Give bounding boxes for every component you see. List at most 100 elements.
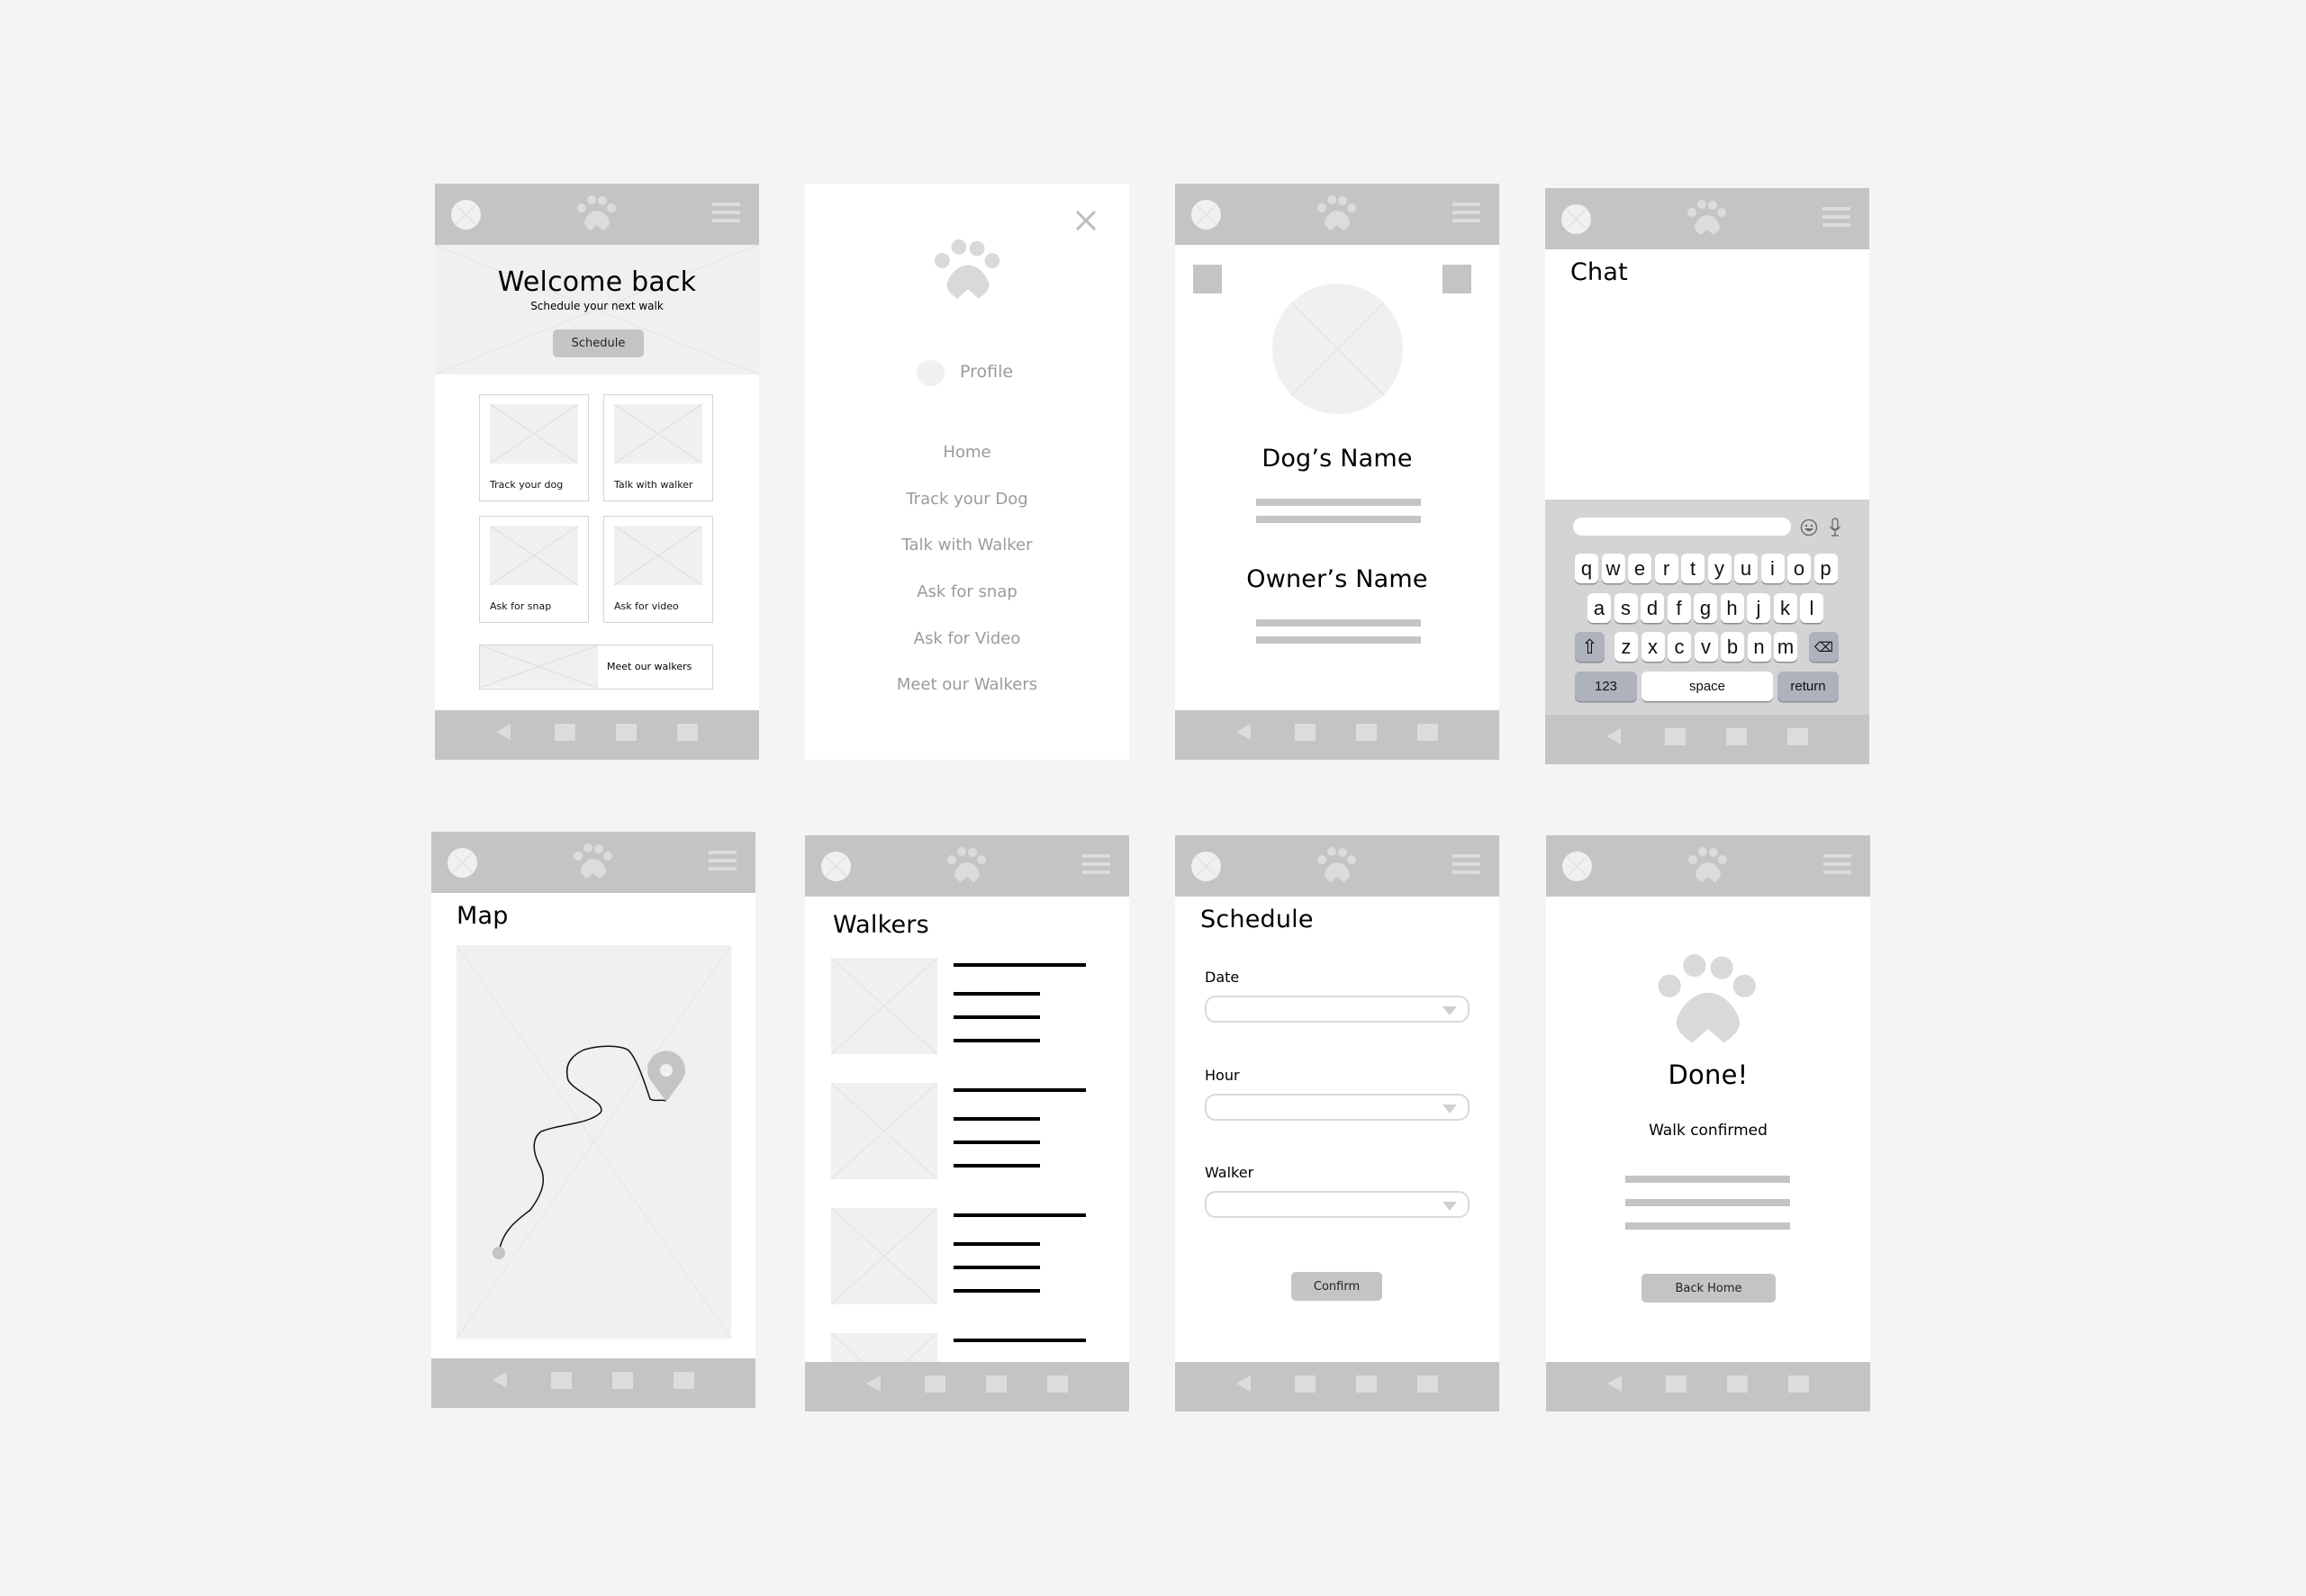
nav-square-icon[interactable]	[1295, 1375, 1316, 1393]
key-w[interactable]: w	[1601, 554, 1625, 583]
key-m[interactable]: m	[1774, 632, 1797, 662]
nav-square-icon[interactable]	[1727, 1375, 1748, 1393]
nav-square-icon[interactable]	[612, 1372, 633, 1389]
nav-square-icon[interactable]	[616, 724, 637, 741]
menu-item-meet-our-walkers[interactable]: Meet our Walkers	[805, 675, 1129, 694]
key-i[interactable]: i	[1760, 554, 1785, 583]
meet-walkers-banner[interactable]: Meet our walkers	[479, 645, 713, 690]
back-icon[interactable]	[496, 724, 511, 740]
nav-square-icon[interactable]	[555, 724, 575, 741]
confirm-button[interactable]: Confirm	[1291, 1272, 1382, 1301]
back-icon[interactable]	[1607, 1375, 1622, 1392]
key-e[interactable]: e	[1628, 554, 1651, 583]
back-home-button[interactable]: Back Home	[1641, 1274, 1776, 1303]
date-dropdown[interactable]	[1205, 996, 1470, 1023]
key-z[interactable]: z	[1614, 632, 1638, 662]
walker-list-item[interactable]	[805, 1208, 1129, 1307]
card-ask-for-video[interactable]: Ask for video	[603, 516, 713, 623]
nav-square-icon[interactable]	[1666, 1375, 1687, 1393]
key-n[interactable]: n	[1747, 632, 1771, 662]
key-d[interactable]: d	[1641, 593, 1664, 623]
menu-item-ask-for-video[interactable]: Ask for Video	[805, 629, 1129, 648]
avatar-placeholder-icon[interactable]	[1561, 204, 1591, 234]
back-icon[interactable]	[493, 1372, 507, 1388]
key-y[interactable]: y	[1707, 554, 1732, 583]
key-t[interactable]: t	[1681, 554, 1705, 583]
hamburger-menu-icon[interactable]	[1823, 854, 1851, 874]
key-b[interactable]: b	[1721, 632, 1744, 662]
key-o[interactable]: o	[1787, 554, 1811, 583]
walker-list-item[interactable]	[805, 958, 1129, 1057]
nav-square-icon[interactable]	[1788, 1375, 1809, 1393]
shift-key[interactable]: ⇧	[1575, 632, 1605, 662]
menu-item-ask-for-snap[interactable]: Ask for snap	[805, 582, 1129, 601]
nav-square-icon[interactable]	[1356, 724, 1377, 741]
card-ask-for-snap[interactable]: Ask for snap	[479, 516, 589, 623]
nav-square-icon[interactable]	[551, 1372, 572, 1389]
back-icon[interactable]	[1236, 724, 1251, 740]
text-line	[954, 1015, 1040, 1019]
back-icon[interactable]	[1236, 1375, 1251, 1392]
key-r[interactable]: r	[1654, 554, 1678, 583]
key-h[interactable]: h	[1720, 593, 1744, 623]
hamburger-menu-icon[interactable]	[1452, 203, 1480, 222]
avatar-placeholder-icon[interactable]	[451, 200, 481, 230]
back-icon[interactable]	[866, 1375, 881, 1392]
walker-list-item[interactable]	[805, 1083, 1129, 1182]
square-icon-right[interactable]	[1442, 265, 1471, 293]
key-x[interactable]: x	[1641, 632, 1665, 662]
close-icon[interactable]	[1075, 210, 1097, 231]
nav-square-icon[interactable]	[1356, 1375, 1377, 1393]
microphone-icon[interactable]	[1829, 518, 1841, 537]
hamburger-menu-icon[interactable]	[1082, 854, 1110, 874]
profile-link[interactable]: Profile	[960, 362, 1013, 382]
nav-square-icon[interactable]	[1417, 1375, 1438, 1393]
hour-dropdown[interactable]	[1205, 1094, 1470, 1121]
avatar-placeholder-icon[interactable]	[1191, 852, 1221, 881]
backspace-key[interactable]: ⌫	[1809, 632, 1839, 662]
return-key[interactable]: return	[1777, 672, 1839, 701]
key-v[interactable]: v	[1694, 632, 1718, 662]
square-icon-left[interactable]	[1193, 265, 1222, 293]
avatar-placeholder-icon[interactable]	[821, 852, 851, 881]
key-a[interactable]: a	[1587, 593, 1611, 623]
card-talk-with-walker[interactable]: Talk with walker	[603, 394, 713, 501]
key-s[interactable]: s	[1614, 593, 1638, 623]
key-p[interactable]: p	[1813, 554, 1838, 583]
key-q[interactable]: q	[1575, 554, 1598, 583]
nav-square-icon[interactable]	[1726, 728, 1747, 745]
nav-square-icon[interactable]	[925, 1375, 945, 1393]
back-icon[interactable]	[1606, 728, 1621, 744]
schedule-button[interactable]: Schedule	[553, 329, 644, 357]
numbers-key[interactable]: 123	[1575, 672, 1637, 701]
key-u[interactable]: u	[1734, 554, 1758, 583]
key-l[interactable]: l	[1800, 593, 1823, 623]
nav-square-icon[interactable]	[1417, 724, 1438, 741]
hamburger-menu-icon[interactable]	[1452, 854, 1480, 874]
message-input[interactable]	[1573, 518, 1791, 536]
nav-square-icon[interactable]	[677, 724, 698, 741]
menu-item-track-your-dog[interactable]: Track your Dog	[805, 490, 1129, 509]
key-j[interactable]: j	[1747, 593, 1770, 623]
profile-avatar[interactable]	[917, 360, 945, 386]
nav-square-icon[interactable]	[1665, 728, 1686, 745]
nav-square-icon[interactable]	[986, 1375, 1007, 1393]
space-key[interactable]: space	[1641, 672, 1773, 701]
key-f[interactable]: f	[1667, 593, 1691, 623]
nav-square-icon[interactable]	[1295, 724, 1316, 741]
nav-square-icon[interactable]	[1047, 1375, 1068, 1393]
walker-dropdown[interactable]	[1205, 1191, 1470, 1218]
menu-item-talk-with-walker[interactable]: Talk with Walker	[805, 536, 1129, 555]
nav-square-icon[interactable]	[1787, 728, 1808, 745]
emoji-icon[interactable]	[1800, 518, 1818, 537]
card-track-your-dog[interactable]: Track your dog	[479, 394, 589, 501]
nav-square-icon[interactable]	[674, 1372, 694, 1389]
menu-item-home[interactable]: Home	[805, 443, 1129, 462]
key-c[interactable]: c	[1668, 632, 1691, 662]
avatar-placeholder-icon[interactable]	[1562, 852, 1592, 881]
avatar-placeholder-icon[interactable]	[1191, 200, 1221, 230]
hamburger-menu-icon[interactable]	[1822, 207, 1850, 227]
key-k[interactable]: k	[1773, 593, 1797, 623]
key-g[interactable]: g	[1694, 593, 1717, 623]
hamburger-menu-icon[interactable]	[712, 203, 740, 222]
